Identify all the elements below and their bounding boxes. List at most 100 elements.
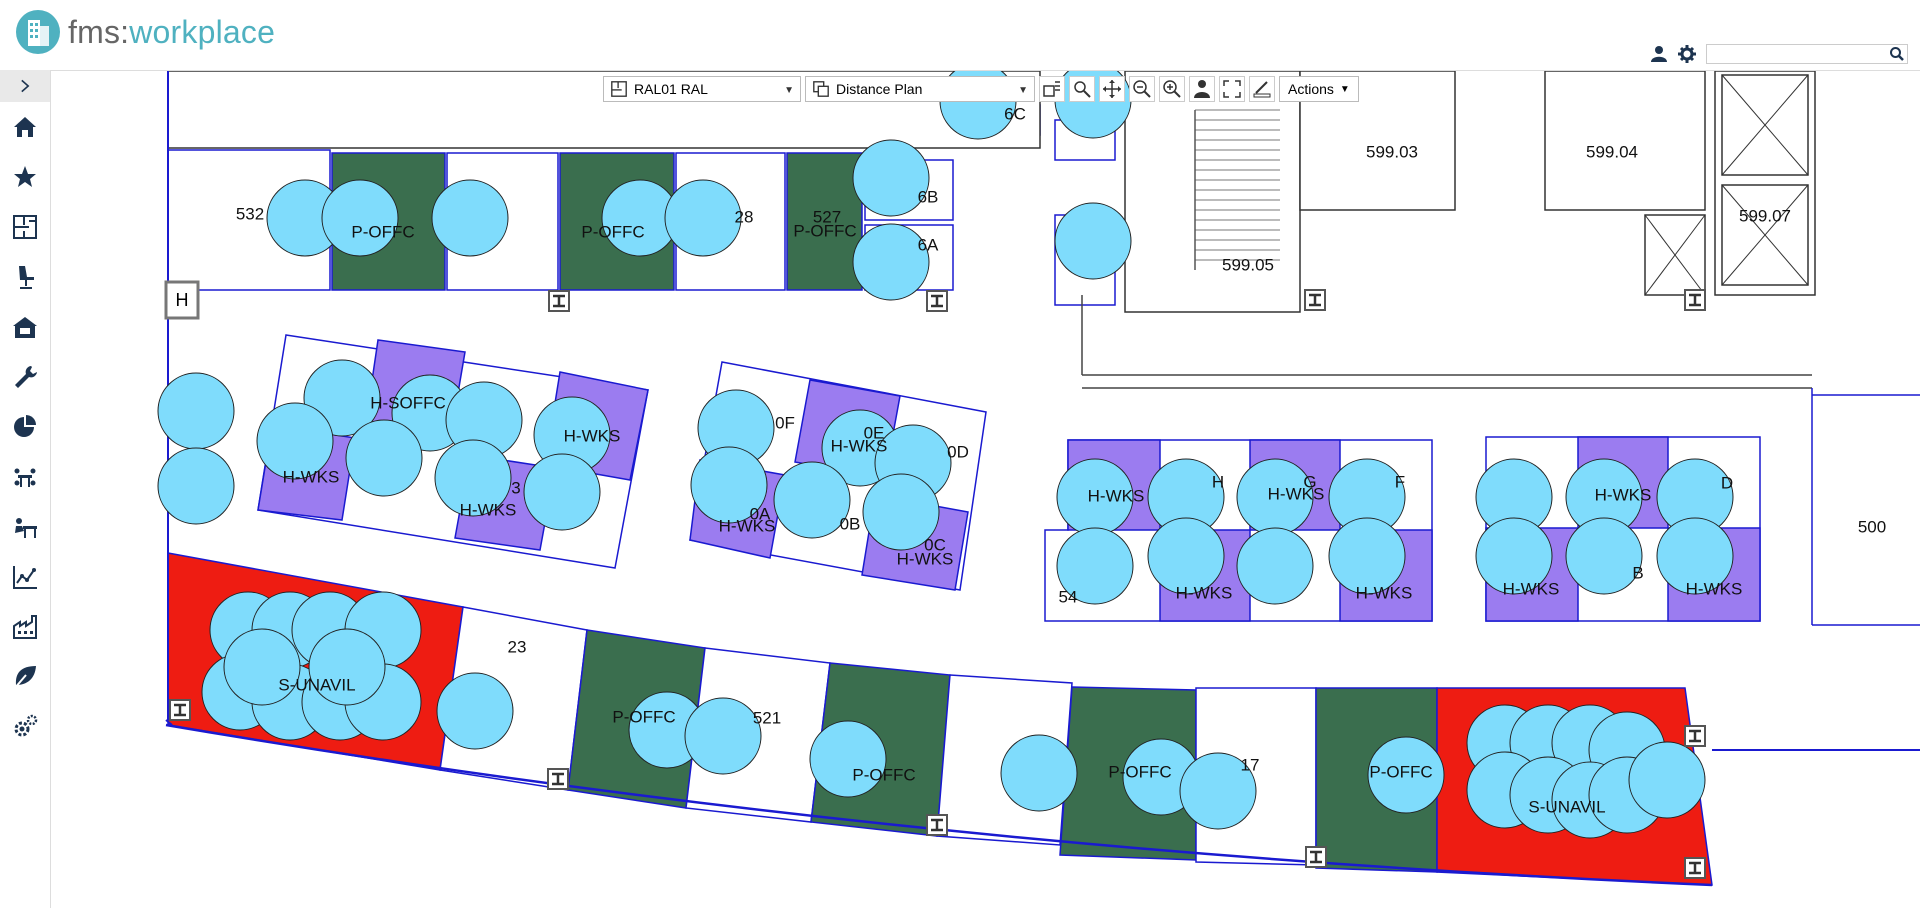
- sidebar-item-assets[interactable]: [0, 602, 50, 652]
- line-chart-icon: [13, 566, 37, 589]
- label-h-wks: H-WKS: [1356, 583, 1413, 602]
- wall-marker-icon[interactable]: [926, 814, 948, 836]
- sidebar-item-buildings[interactable]: [0, 302, 50, 352]
- chevron-down-icon: ▼: [784, 85, 794, 96]
- sidebar: [0, 70, 51, 908]
- wall-marker-icon[interactable]: [169, 699, 191, 721]
- gear-icon[interactable]: [1678, 45, 1696, 63]
- move-icon: [1103, 80, 1121, 98]
- room-label-517: 17: [1241, 755, 1260, 774]
- wall-marker-icon[interactable]: [1684, 857, 1706, 879]
- label-p-offc: P-OFFC: [793, 221, 856, 240]
- search-input[interactable]: [1707, 46, 1891, 62]
- star-icon: [14, 166, 36, 187]
- room-label-26c: 6C: [1004, 104, 1026, 123]
- wall-marker-icon[interactable]: [547, 768, 569, 790]
- sidebar-item-home[interactable]: [0, 102, 50, 152]
- actions-label: Actions: [1288, 81, 1334, 97]
- brand-suffix: workplace: [129, 13, 276, 50]
- label-h-soffc: H-SOFFC: [370, 393, 446, 412]
- wall-marker-icon[interactable]: [548, 290, 570, 312]
- app-header: fms:workplace: [0, 0, 1920, 71]
- sidebar-item-settings[interactable]: [0, 702, 50, 752]
- header-tools: [1650, 42, 1920, 66]
- zoom-select-icon: [1074, 81, 1091, 98]
- room-label-54: 54: [1059, 587, 1078, 606]
- zoom-in-button[interactable]: [1159, 76, 1185, 102]
- wall-marker-icon[interactable]: [1684, 289, 1706, 311]
- room-label-0d: 0D: [947, 442, 969, 461]
- wall-marker-icon[interactable]: [1304, 289, 1326, 311]
- app-logo[interactable]: fms:workplace: [16, 8, 275, 56]
- label-h-wks: H-WKS: [831, 436, 888, 455]
- room-599-04: [1544, 71, 1706, 211]
- search-icon[interactable]: [1889, 46, 1905, 62]
- chevron-right-icon: [21, 79, 30, 93]
- label-p-offc: P-OFFC: [351, 222, 414, 241]
- occupant-button[interactable]: [1189, 76, 1215, 102]
- sidebar-item-sustainability[interactable]: [0, 652, 50, 702]
- building-icon: [13, 317, 37, 338]
- sidebar-item-favorites[interactable]: [0, 152, 50, 202]
- fullscreen-icon: [1223, 80, 1241, 98]
- distance-marker: [436, 672, 514, 750]
- floorplan-canvas: 532 28 5276C6B6A599.03 599.04599.05599.0750…: [157, 71, 1920, 887]
- user-icon[interactable]: [1650, 45, 1668, 63]
- ruler-pencil-icon: [1253, 81, 1271, 98]
- sidebar-item-seating[interactable]: [0, 252, 50, 302]
- zoom-out-icon: [1133, 80, 1151, 98]
- room-label-528: 28: [735, 207, 754, 226]
- sidebar-item-meetings[interactable]: [0, 452, 50, 502]
- floorplan-icon: [611, 81, 627, 97]
- leaf-icon: [13, 666, 36, 690]
- wall-marker-icon[interactable]: [926, 290, 948, 312]
- chair-icon: [19, 266, 34, 289]
- layer-list-button[interactable]: [1039, 76, 1065, 102]
- sidebar-item-analytics[interactable]: [0, 552, 50, 602]
- room-label-599-04: 599.04: [1586, 142, 1638, 161]
- wall-marker-icon[interactable]: [1684, 725, 1706, 747]
- room-label-0b: 0B: [840, 514, 861, 533]
- room-label-b: B: [1632, 563, 1643, 582]
- plan-select[interactable]: Distance Plan ▼: [805, 76, 1035, 102]
- label-p-offc: P-OFFC: [852, 765, 915, 784]
- sidebar-toggle[interactable]: [0, 70, 50, 102]
- room-label-f: F: [1395, 472, 1405, 491]
- zoom-out-button[interactable]: [1129, 76, 1155, 102]
- room-label-599-07: 599.07: [1739, 206, 1791, 225]
- chevron-down-icon: ▼: [1018, 85, 1028, 96]
- distance-marker: [773, 461, 851, 539]
- layer-list-icon: [1043, 81, 1060, 97]
- actions-menu-button[interactable]: Actions ▼: [1279, 76, 1359, 102]
- floorplan-toolbar: RAL01 RAL ▼ Distance Plan ▼ Actions ▼: [603, 74, 1359, 104]
- room-label-599-03: 599.03: [1366, 142, 1418, 161]
- label-h-wks: H-WKS: [1595, 485, 1652, 504]
- wall-marker-icon[interactable]: [1305, 846, 1327, 868]
- fullscreen-button[interactable]: [1219, 76, 1245, 102]
- measure-button[interactable]: [1249, 76, 1275, 102]
- h-marker-icon[interactable]: H: [164, 280, 200, 320]
- sidebar-item-desks[interactable]: [0, 502, 50, 552]
- room-label-521: 521: [753, 708, 781, 727]
- floorplan-map[interactable]: 532 28 527 6C 6B 6A 599.03 599.04 599.05 599.07 50…: [51, 71, 1920, 908]
- brand-separator: :: [120, 13, 130, 50]
- label-h-wks: H-WKS: [460, 500, 517, 519]
- sidebar-item-floorplans[interactable]: [0, 202, 50, 252]
- distance-marker: [431, 179, 509, 257]
- label-h-wks: H-WKS: [1088, 486, 1145, 505]
- pie-chart-icon: [14, 415, 36, 437]
- sidebar-item-reports[interactable]: [0, 402, 50, 452]
- label-h-wks: H-WKS: [1268, 484, 1325, 503]
- room-label-599-05: 599.05: [1222, 255, 1274, 274]
- home-icon: [14, 117, 36, 137]
- zoom-in-icon: [1163, 80, 1181, 98]
- zoom-select-button[interactable]: [1069, 76, 1095, 102]
- sidebar-item-maintenance[interactable]: [0, 352, 50, 402]
- room-label-532: 532: [236, 204, 264, 223]
- pan-button[interactable]: [1099, 76, 1125, 102]
- label-p-offc: P-OFFC: [1369, 762, 1432, 781]
- label-s-unavil: S-UNAVIL: [278, 675, 355, 694]
- brand-prefix: fms: [68, 13, 121, 50]
- distance-marker: [523, 453, 601, 531]
- site-select[interactable]: RAL01 RAL ▼: [603, 76, 801, 102]
